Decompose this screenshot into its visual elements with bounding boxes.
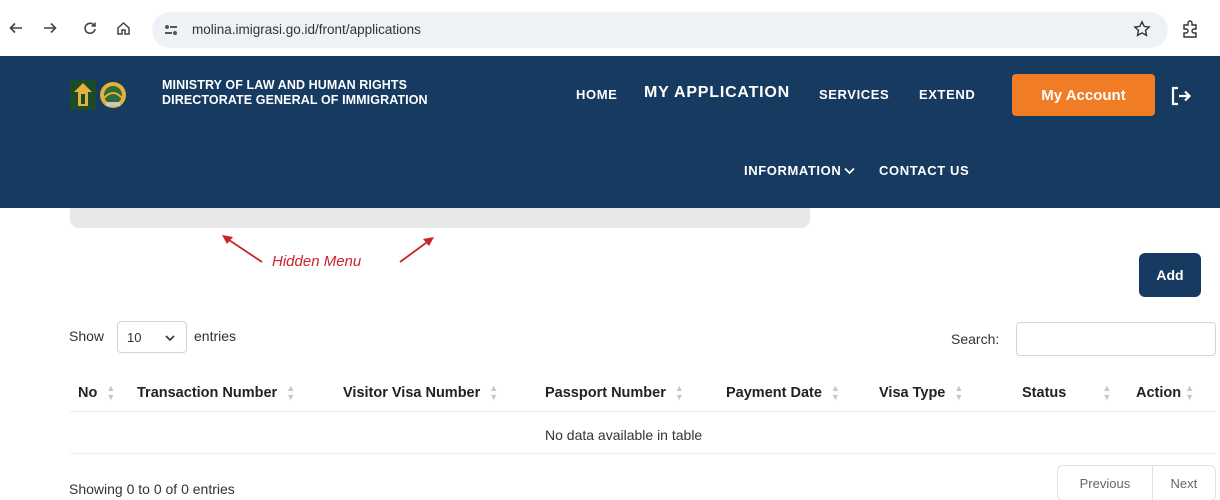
column-header-no[interactable]: No ▲ ▼ — [78, 384, 115, 402]
organization-name: MINISTRY OF LAW AND HUMAN RIGHTS DIRECTO… — [162, 78, 428, 108]
show-label: Show — [69, 328, 105, 344]
column-header-label: Visitor Visa Number — [343, 385, 481, 401]
sort-icon: ▲ ▼ — [954, 383, 964, 402]
my-account-button[interactable]: My Account — [1012, 74, 1155, 116]
chevron-down-icon — [165, 335, 175, 342]
search-label: Search: — [951, 331, 1000, 347]
site-header: MINISTRY OF LAW AND HUMAN RIGHTS DIRECTO… — [0, 56, 1220, 208]
column-header-label: Visa Type — [879, 385, 946, 401]
column-header-label: Status — [1022, 385, 1067, 401]
sort-icon: ▲ ▼ — [286, 383, 296, 402]
column-header-label: Payment Date — [726, 385, 822, 401]
sort-icon: ▲ ▼ — [1102, 383, 1112, 402]
table-header-divider — [70, 411, 1216, 412]
logout-icon[interactable] — [1168, 84, 1192, 108]
nav-services[interactable]: SERVICES — [819, 87, 889, 102]
table-empty-message: No data available in table — [545, 427, 703, 443]
add-button[interactable]: Add — [1139, 253, 1201, 297]
sort-icon: ▲ ▼ — [106, 383, 116, 402]
entries-label: entries — [194, 328, 237, 344]
sort-icon: ▲ ▼ — [1185, 383, 1195, 402]
browser-toolbar: molina.imigrasi.go.id/front/applications — [0, 0, 1220, 56]
org-line-2: DIRECTORATE GENERAL OF IMMIGRATION — [162, 93, 428, 107]
address-bar[interactable]: molina.imigrasi.go.id/front/applications — [152, 12, 1168, 48]
ministry-logo[interactable] — [70, 80, 142, 110]
column-header-label: No — [78, 385, 98, 401]
column-header-visitor-visa-number[interactable]: Visitor Visa Number ▲ ▼ — [343, 384, 498, 402]
pagination: Previous Next — [1057, 465, 1216, 500]
column-header-label: Action — [1136, 385, 1182, 401]
column-header-visa-type[interactable]: Visa Type ▲ ▼ — [879, 384, 963, 402]
column-header-action[interactable]: Action ▲ ▼ — [1136, 384, 1194, 402]
nav-my-application[interactable]: MY APPLICATION — [644, 84, 790, 102]
nav-extend[interactable]: EXTEND — [919, 87, 975, 102]
column-header-payment-date[interactable]: Payment Date ▲ ▼ — [726, 384, 840, 402]
hidden-menu-bar[interactable] — [70, 208, 810, 228]
site-settings-icon[interactable] — [162, 21, 180, 39]
entries-select[interactable]: 10 — [117, 321, 187, 353]
previous-button[interactable]: Previous — [1058, 466, 1153, 500]
home-icon[interactable] — [113, 18, 133, 38]
column-header-status[interactable]: Status ▲ ▼ — [1022, 384, 1111, 402]
reload-icon[interactable] — [80, 18, 100, 38]
sort-icon: ▲ ▼ — [830, 383, 840, 402]
column-header-label: Transaction Number — [137, 385, 278, 401]
back-icon[interactable] — [6, 18, 26, 38]
entries-select-value: 10 — [127, 330, 142, 345]
sort-icon: ▲ ▼ — [674, 383, 684, 402]
column-header-transaction-number[interactable]: Transaction Number ▲ ▼ — [137, 384, 295, 402]
hidden-menu-annotation: Hidden Menu — [272, 253, 362, 270]
nav-home[interactable]: HOME — [576, 87, 617, 102]
url-text: molina.imigrasi.go.id/front/applications — [192, 22, 421, 37]
forward-icon[interactable] — [40, 18, 60, 38]
nav-information-label: INFORMATION — [744, 163, 842, 178]
extensions-icon[interactable] — [1180, 19, 1200, 39]
table-info: Showing 0 to 0 of 0 entries — [69, 481, 235, 497]
nav-contact-us[interactable]: CONTACT US — [879, 163, 969, 178]
chevron-down-icon — [844, 167, 855, 174]
column-header-passport-number[interactable]: Passport Number ▲ ▼ — [545, 384, 684, 402]
next-button[interactable]: Next — [1153, 466, 1215, 500]
sort-icon: ▲ ▼ — [489, 383, 499, 402]
column-header-label: Passport Number — [545, 385, 666, 401]
nav-information[interactable]: INFORMATION — [744, 163, 855, 178]
bookmark-star-icon[interactable] — [1132, 19, 1152, 39]
search-input[interactable] — [1016, 322, 1216, 356]
org-line-1: MINISTRY OF LAW AND HUMAN RIGHTS — [162, 78, 408, 92]
table-bottom-divider — [70, 453, 1216, 454]
